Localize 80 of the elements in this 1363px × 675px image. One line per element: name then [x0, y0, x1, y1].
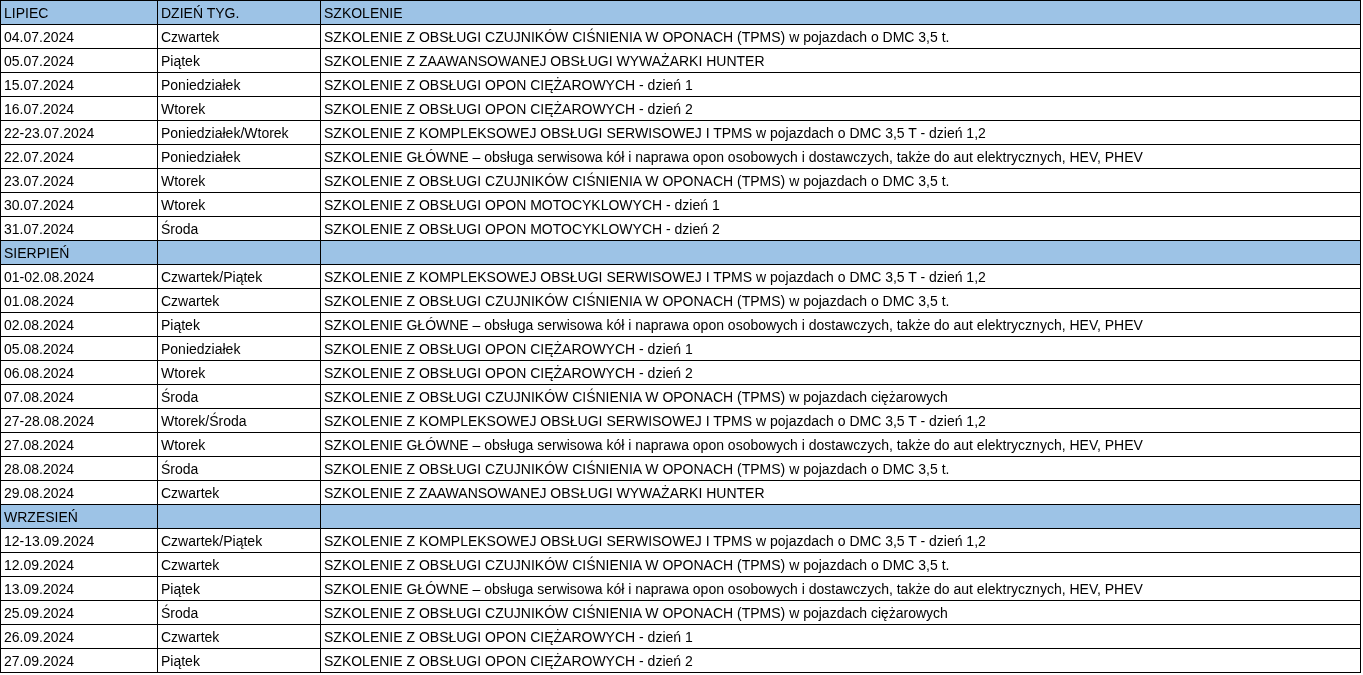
date-cell: 23.07.2024 [0, 168, 158, 193]
date-cell: 15.07.2024 [0, 72, 158, 97]
date-cell: 05.07.2024 [0, 48, 158, 73]
training-cell: SZKOLENIE Z OBSŁUGI CZUJNIKÓW CIŚNIENIA W OPONACH (TPMS) w pojazdach o DMC 3,5 t. [320, 456, 1361, 481]
weekday-cell: Wtorek [157, 192, 321, 217]
weekday-cell: Wtorek [157, 168, 321, 193]
weekday-cell: Środa [157, 384, 321, 409]
date-cell: 31.07.2024 [0, 216, 158, 241]
training-cell: SZKOLENIE Z OBSŁUGI CZUJNIKÓW CIŚNIENIA W OPONACH (TPMS) w pojazdach ciężarowych [320, 600, 1361, 625]
training-cell: SZKOLENIE Z KOMPLEKSOWEJ OBSŁUGI SERWISOWEJ I TPMS w pojazdach o DMC 3,5 T - dzień 1,2 [320, 264, 1361, 289]
training-cell: SZKOLENIE Z OBSŁUGI OPON CIĘŻAROWYCH - dzień 2 [320, 360, 1361, 385]
weekday-cell: Czwartek [157, 288, 321, 313]
column-header: SZKOLENIE [320, 0, 1361, 25]
date-cell: 12.09.2024 [0, 552, 158, 577]
weekday-cell: Poniedziałek/Wtorek [157, 120, 321, 145]
training-cell: SZKOLENIE Z KOMPLEKSOWEJ OBSŁUGI SERWISOWEJ I TPMS w pojazdach o DMC 3,5 T - dzień 1,2 [320, 120, 1361, 145]
date-cell: 22-23.07.2024 [0, 120, 158, 145]
date-cell: 28.08.2024 [0, 456, 158, 481]
training-cell: SZKOLENIE Z KOMPLEKSOWEJ OBSŁUGI SERWISOWEJ I TPMS w pojazdach o DMC 3,5 T - dzień 1,2 [320, 408, 1361, 433]
month-header: SIERPIEŃ [0, 240, 158, 265]
date-cell: 25.09.2024 [0, 600, 158, 625]
date-cell: 02.08.2024 [0, 312, 158, 337]
date-cell: 05.08.2024 [0, 336, 158, 361]
training-cell: SZKOLENIE Z KOMPLEKSOWEJ OBSŁUGI SERWISOWEJ I TPMS w pojazdach o DMC 3,5 T - dzień 1,2 [320, 528, 1361, 553]
date-cell: 07.08.2024 [0, 384, 158, 409]
training-cell: SZKOLENIE Z OBSŁUGI OPON MOTOCYKLOWYCH - dzień 2 [320, 216, 1361, 241]
training-cell: SZKOLENIE Z ZAAWANSOWANEJ OBSŁUGI WYWAŻARKI HUNTER [320, 480, 1361, 505]
weekday-cell: Piątek [157, 648, 321, 673]
date-cell: 29.08.2024 [0, 480, 158, 505]
column-header: DZIEŃ TYG. [157, 0, 321, 25]
training-cell: SZKOLENIE Z OBSŁUGI OPON CIĘŻAROWYCH - dzień 1 [320, 336, 1361, 361]
weekday-cell: Czwartek/Piątek [157, 264, 321, 289]
training-cell: SZKOLENIE GŁÓWNE – obsługa serwisowa kół i naprawa opon osobowych i dostawczych, także do aut elektrycznych, HEV, PHEV [320, 432, 1361, 457]
training-cell: SZKOLENIE Z ZAAWANSOWANEJ OBSŁUGI WYWAŻARKI HUNTER [320, 48, 1361, 73]
weekday-cell: Piątek [157, 576, 321, 601]
date-cell: 16.07.2024 [0, 96, 158, 121]
training-cell: SZKOLENIE Z OBSŁUGI CZUJNIKÓW CIŚNIENIA W OPONACH (TPMS) w pojazdach o DMC 3,5 t. [320, 288, 1361, 313]
training-cell: SZKOLENIE Z OBSŁUGI CZUJNIKÓW CIŚNIENIA W OPONACH (TPMS) w pojazdach ciężarowych [320, 384, 1361, 409]
date-cell: 26.09.2024 [0, 624, 158, 649]
training-cell: SZKOLENIE Z OBSŁUGI OPON MOTOCYKLOWYCH - dzień 1 [320, 192, 1361, 217]
month-header: WRZESIEŃ [0, 504, 158, 529]
weekday-cell: Poniedziałek [157, 336, 321, 361]
training-cell: SZKOLENIE Z OBSŁUGI CZUJNIKÓW CIŚNIENIA W OPONACH (TPMS) w pojazdach o DMC 3,5 t. [320, 168, 1361, 193]
weekday-cell: Piątek [157, 48, 321, 73]
date-cell: 27.08.2024 [0, 432, 158, 457]
date-cell: 04.07.2024 [0, 24, 158, 49]
month-header: LIPIEC [0, 0, 158, 25]
date-cell: 27.09.2024 [0, 648, 158, 673]
weekday-cell: Środa [157, 456, 321, 481]
weekday-cell: Wtorek [157, 360, 321, 385]
weekday-cell: Czwartek [157, 480, 321, 505]
date-cell: 01-02.08.2024 [0, 264, 158, 289]
weekday-cell: Środa [157, 216, 321, 241]
weekday-cell: Czwartek [157, 24, 321, 49]
weekday-cell: Środa [157, 600, 321, 625]
weekday-cell: Piątek [157, 312, 321, 337]
date-cell: 06.08.2024 [0, 360, 158, 385]
weekday-cell: Czwartek [157, 624, 321, 649]
training-cell: SZKOLENIE Z OBSŁUGI OPON CIĘŻAROWYCH - dzień 2 [320, 96, 1361, 121]
training-cell: SZKOLENIE Z OBSŁUGI OPON CIĘŻAROWYCH - dzień 1 [320, 624, 1361, 649]
training-cell: SZKOLENIE GŁÓWNE – obsługa serwisowa kół i naprawa opon osobowych i dostawczych, także do aut elektrycznych, HEV, PHEV [320, 576, 1361, 601]
weekday-cell: Wtorek/Środa [157, 408, 321, 433]
training-cell: SZKOLENIE Z OBSŁUGI OPON CIĘŻAROWYCH - dzień 1 [320, 72, 1361, 97]
weekday-cell: Poniedziałek [157, 72, 321, 97]
training-cell: SZKOLENIE GŁÓWNE – obsługa serwisowa kół i naprawa opon osobowych i dostawczych, także do aut elektrycznych, HEV, PHEV [320, 312, 1361, 337]
weekday-cell: Wtorek [157, 96, 321, 121]
date-cell: 12-13.09.2024 [0, 528, 158, 553]
weekday-cell: Wtorek [157, 432, 321, 457]
weekday-cell: Czwartek/Piątek [157, 528, 321, 553]
weekday-cell: Czwartek [157, 552, 321, 577]
training-cell: SZKOLENIE GŁÓWNE – obsługa serwisowa kół i naprawa opon osobowych i dostawczych, także do aut elektrycznych, HEV, PHEV [320, 144, 1361, 169]
date-cell: 22.07.2024 [0, 144, 158, 169]
date-cell: 01.08.2024 [0, 288, 158, 313]
training-cell: SZKOLENIE Z OBSŁUGI OPON CIĘŻAROWYCH - dzień 2 [320, 648, 1361, 673]
weekday-cell: Poniedziałek [157, 144, 321, 169]
training-cell: SZKOLENIE Z OBSŁUGI CZUJNIKÓW CIŚNIENIA W OPONACH (TPMS) w pojazdach o DMC 3,5 t. [320, 24, 1361, 49]
date-cell: 30.07.2024 [0, 192, 158, 217]
training-cell: SZKOLENIE Z OBSŁUGI CZUJNIKÓW CIŚNIENIA W OPONACH (TPMS) w pojazdach o DMC 3,5 t. [320, 552, 1361, 577]
date-cell: 13.09.2024 [0, 576, 158, 601]
date-cell: 27-28.08.2024 [0, 408, 158, 433]
